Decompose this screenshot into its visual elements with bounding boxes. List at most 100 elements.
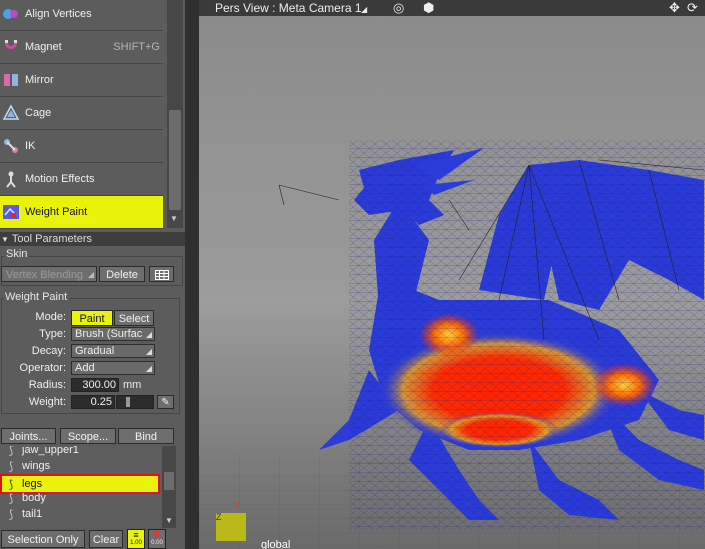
type-value: Brush (Surfac xyxy=(75,328,143,340)
scroll-down-arrow-icon[interactable]: ▼ xyxy=(165,516,173,525)
table-view-button[interactable] xyxy=(149,266,174,282)
scope-button[interactable]: Scope... xyxy=(60,428,116,444)
bone-icon: ⟆ xyxy=(8,478,14,491)
collapse-arrow-icon: ▼ xyxy=(1,235,9,244)
move-icon[interactable]: ✥ xyxy=(669,0,680,16)
viewport-3d[interactable]: Pers View : Meta Camera 1 ◢ ◎ ⬢ ✥ ⟳ Z X … xyxy=(199,0,705,549)
weight-label: Weight: xyxy=(28,396,66,408)
weight-slider[interactable] xyxy=(116,395,154,409)
tool-label: Align Vertices xyxy=(25,8,92,20)
bone-name: legs xyxy=(22,478,43,490)
dropdown-caret-icon: ◢ xyxy=(145,364,152,373)
tool-label: Cage xyxy=(25,107,52,119)
list-item[interactable]: ⟆ tail1 xyxy=(0,506,160,522)
tool-parameters-title: Tool Parameters xyxy=(11,233,93,245)
decay-dropdown[interactable]: Gradual ◢ xyxy=(71,344,155,358)
joints-button[interactable]: Joints... xyxy=(1,428,56,444)
slider-thumb[interactable] xyxy=(125,397,130,407)
fill-zero-value: 0.00 xyxy=(151,540,163,546)
selection-only-button[interactable]: Selection Only xyxy=(1,530,85,548)
clear-button[interactable]: Clear xyxy=(89,530,123,548)
mirror-icon xyxy=(1,70,21,90)
weight-paint-title: Weight Paint xyxy=(3,291,70,303)
bone-icon: ⟆ xyxy=(8,460,14,473)
list-icon: ≡ xyxy=(133,530,139,540)
tool-label: IK xyxy=(25,140,36,152)
viewport-title[interactable]: Pers View : Meta Camera 1 xyxy=(215,0,362,16)
vertex-blending-label: Vertex Blending xyxy=(6,269,84,281)
target-icon[interactable]: ◎ xyxy=(393,0,404,16)
eyedropper-button[interactable]: ✎ xyxy=(157,395,174,409)
tool-label: Mirror xyxy=(25,74,54,86)
weight-input[interactable]: 0.25 xyxy=(71,395,115,409)
chevron-down-icon: ◢ xyxy=(87,270,94,279)
dropdown-caret-icon: ◢ xyxy=(145,347,152,356)
left-panel: Align Vertices Magnet SHIFT+G Mirror Cag… xyxy=(0,0,185,549)
eyedropper-icon: ✎ xyxy=(161,397,170,408)
close-icon: ✖ xyxy=(152,529,162,540)
tool-cage[interactable]: Cage xyxy=(0,97,163,130)
bone-name: body xyxy=(22,492,46,504)
tool-parameters-header[interactable]: ▼ Tool Parameters xyxy=(0,232,185,246)
ik-icon xyxy=(1,136,21,156)
align-vertices-icon xyxy=(1,4,21,24)
dropdown-caret-icon: ◢ xyxy=(145,330,152,339)
coordinate-space-label: global xyxy=(261,539,291,549)
list-item[interactable]: ⟆ body xyxy=(0,490,160,506)
fill-one-value: 1.00 xyxy=(130,540,142,546)
mode-label: Mode: xyxy=(35,311,66,323)
tool-mirror[interactable]: Mirror xyxy=(0,64,163,97)
tool-weight-paint[interactable]: Weight Paint xyxy=(0,196,163,229)
tool-list-scrollbar[interactable]: ▼ xyxy=(167,0,183,228)
mode-select-button[interactable]: Select xyxy=(114,310,154,326)
mode-paint-button[interactable]: Paint xyxy=(71,310,113,326)
bone-icon: ⟆ xyxy=(8,508,14,521)
decay-value: Gradual xyxy=(75,345,115,357)
operator-label: Operator: xyxy=(19,362,66,374)
tool-magnet[interactable]: Magnet SHIFT+G xyxy=(0,31,163,64)
list-item[interactable]: ⟆ jaw_upper1 xyxy=(0,446,160,458)
scroll-thumb[interactable] xyxy=(169,110,181,210)
vertex-blending-dropdown[interactable]: Vertex Blending ◢ xyxy=(1,266,97,282)
tool-motion-effects[interactable]: Motion Effects xyxy=(0,163,163,196)
tool-label: Motion Effects xyxy=(25,173,95,185)
scroll-down-arrow-icon[interactable]: ▼ xyxy=(170,214,178,223)
skin-label: Skin xyxy=(4,248,30,260)
fill-zero-button[interactable]: ✖ 0.00 xyxy=(148,529,166,549)
bone-name: tail1 xyxy=(22,508,43,520)
axis-z-label: Z xyxy=(216,512,222,522)
delete-button[interactable]: Delete xyxy=(99,266,145,282)
viewport-header: Pers View : Meta Camera 1 ◢ ◎ ⬢ ✥ ⟳ xyxy=(199,0,705,16)
radius-input[interactable]: 300.00 xyxy=(71,378,119,392)
cube-icon[interactable]: ⬢ xyxy=(423,0,434,16)
bone-name: jaw_upper1 xyxy=(22,446,79,456)
bone-icon: ⟆ xyxy=(8,492,14,505)
motion-effects-icon xyxy=(1,169,21,189)
fill-one-button[interactable]: ≡ 1.00 xyxy=(127,529,145,549)
viewport-canvas[interactable] xyxy=(199,0,705,549)
radius-label: Radius: xyxy=(28,379,66,391)
rotate-icon[interactable]: ⟳ xyxy=(687,0,698,16)
type-label: Type: xyxy=(39,328,66,340)
axis-x-label: X xyxy=(234,500,241,510)
tool-label: Magnet xyxy=(25,41,62,53)
magnet-icon xyxy=(1,37,21,57)
cage-icon xyxy=(1,103,21,123)
list-item[interactable]: ⟆ wings xyxy=(0,458,160,474)
operator-value: Add xyxy=(75,362,95,374)
grid-icon xyxy=(154,269,169,281)
tool-label: Weight Paint xyxy=(25,206,88,218)
bone-list-scrollbar[interactable]: ▼ xyxy=(162,446,176,528)
decay-label: Decay: xyxy=(31,345,66,357)
bind-button[interactable]: Bind xyxy=(118,428,174,444)
tool-shortcut: SHIFT+G xyxy=(113,41,160,53)
panel-divider[interactable] xyxy=(185,0,199,549)
chevron-down-icon[interactable]: ◢ xyxy=(361,2,367,18)
scroll-thumb[interactable] xyxy=(164,472,174,490)
operator-dropdown[interactable]: Add ◢ xyxy=(71,361,155,375)
tool-align-vertices[interactable]: Align Vertices xyxy=(0,0,163,31)
bone-list: ⟆ jaw_upper1 ⟆ wings ⟆ legs ⟆ body ⟆ tai… xyxy=(0,446,160,528)
tool-ik[interactable]: IK xyxy=(0,130,163,163)
bone-icon: ⟆ xyxy=(8,446,14,457)
type-dropdown[interactable]: Brush (Surfac ◢ xyxy=(71,327,155,341)
